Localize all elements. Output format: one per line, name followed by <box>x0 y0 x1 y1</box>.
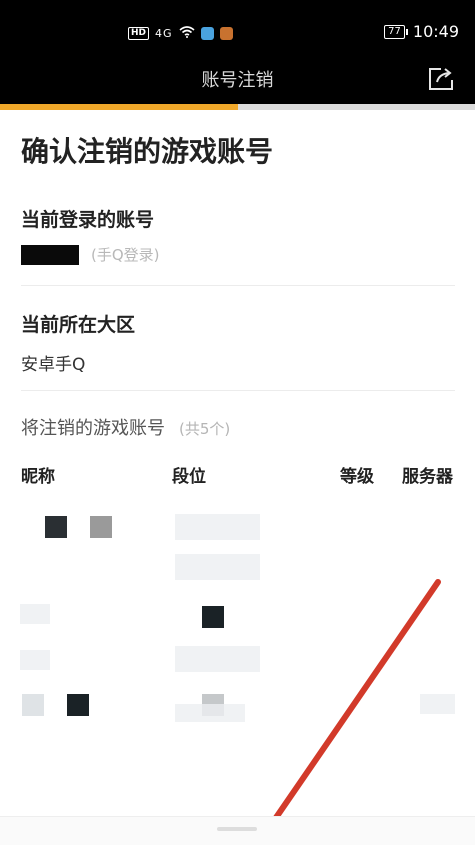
status-left: HD 4G <box>128 26 233 41</box>
redacted-server <box>420 694 455 714</box>
redacted-rank <box>175 646 260 672</box>
progress-fill <box>0 104 238 110</box>
redacted-nickname <box>90 516 112 538</box>
app-notification-icon <box>200 27 214 40</box>
signal-icon: 4G <box>155 27 173 40</box>
drag-handle[interactable] <box>217 827 257 831</box>
redacted-nickname <box>45 516 67 538</box>
bottom-bar <box>0 816 475 845</box>
status-right: 77 10:49 <box>384 22 459 41</box>
redacted-account-name <box>21 244 79 265</box>
column-header-level: 等级 <box>340 467 374 487</box>
current-account: (手Q登录) <box>21 244 160 265</box>
redacted-rank <box>175 704 245 722</box>
title-bar: 账号注销 <box>0 54 475 104</box>
column-header-server: 服务器 <box>402 467 453 487</box>
login-method: (手Q登录) <box>91 246 160 264</box>
redacted-nickname <box>67 694 89 716</box>
accounts-section-header: 将注销的游戏账号 (共5个) <box>21 414 230 440</box>
redacted-nickname <box>22 694 44 716</box>
current-account-label: 当前登录的账号 <box>21 209 155 231</box>
battery-icon: 77 <box>384 24 408 39</box>
share-icon[interactable] <box>427 66 455 92</box>
status-bar: HD 4G 77 10:49 <box>0 0 475 54</box>
column-header-rank: 段位 <box>172 467 206 487</box>
current-region-value: 安卓手Q <box>21 355 86 375</box>
page-title: 账号注销 <box>201 70 274 91</box>
accounts-label: 将注销的游戏账号 <box>21 418 165 439</box>
game-notification-icon <box>219 27 233 40</box>
column-header-nickname: 昵称 <box>21 467 55 487</box>
progress-bar <box>0 104 475 110</box>
hd-icon: HD <box>128 27 150 40</box>
page-heading: 确认注销的游戏账号 <box>21 135 274 168</box>
status-time: 10:49 <box>412 22 459 41</box>
redacted-nickname <box>20 604 50 624</box>
current-region-label: 当前所在大区 <box>21 314 136 336</box>
divider <box>21 285 455 286</box>
accounts-count: (共5个) <box>179 420 231 438</box>
divider <box>21 390 455 391</box>
redacted-rank <box>175 514 260 540</box>
redacted-nickname <box>20 650 50 670</box>
wifi-icon <box>179 26 195 41</box>
redacted-rank <box>202 606 224 628</box>
redacted-rank <box>175 554 260 580</box>
